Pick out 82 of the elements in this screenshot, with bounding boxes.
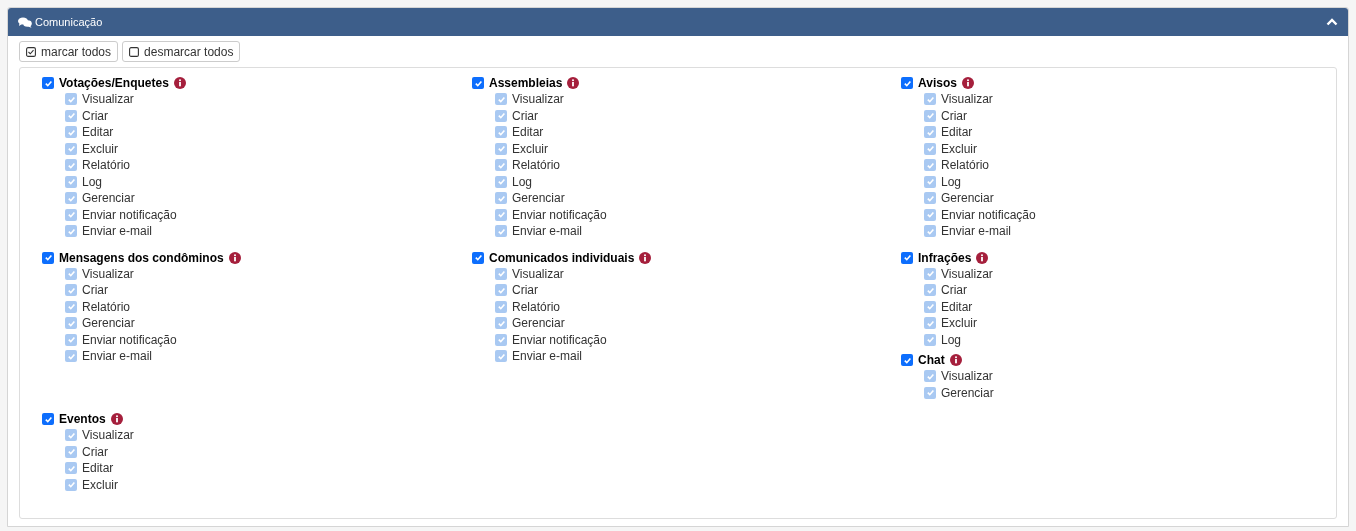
group-checkbox[interactable] — [901, 251, 913, 264]
panel-title: Comunicação — [35, 14, 103, 30]
permission-label: Editar — [941, 124, 973, 142]
group-label: Infrações — [918, 249, 972, 267]
permission-label: Enviar e-mail — [82, 223, 153, 241]
permission-label: Relatório — [512, 157, 561, 175]
permission-label: Criar — [941, 107, 967, 125]
permission-label: Visualizar — [512, 265, 564, 283]
permission-label: Enviar notificação — [82, 331, 177, 349]
permission-label: Enviar notificação — [82, 206, 177, 224]
group-label: Comunicados individuais — [489, 249, 635, 267]
permission-label: Criar — [82, 282, 108, 300]
permission-label: Visualizar — [941, 91, 993, 109]
permission-label: Editar — [82, 124, 114, 142]
permission-label: Visualizar — [82, 427, 134, 445]
group-label: Eventos — [59, 411, 106, 428]
permission-label: Visualizar — [512, 91, 564, 109]
permission-label: Visualizar — [941, 368, 993, 386]
info-icon[interactable] — [639, 251, 652, 264]
permission-label: Enviar notificação — [512, 331, 607, 349]
select-all-button[interactable]: desmarcar todos — [122, 41, 241, 62]
info-icon[interactable] — [228, 251, 241, 264]
permission-label: Excluir — [512, 140, 548, 158]
permission-label: Criar — [82, 107, 108, 125]
permission-label: Log — [82, 173, 103, 191]
group-checkbox[interactable] — [42, 413, 54, 425]
permission-label: Gerenciar — [941, 190, 994, 208]
permission-label: Criar — [512, 282, 538, 300]
permission-label: Visualizar — [82, 265, 134, 283]
info-icon[interactable] — [110, 413, 123, 425]
group-checkbox[interactable] — [472, 77, 484, 89]
permission-label: Gerenciar — [512, 190, 565, 208]
group-label: Avisos — [918, 75, 957, 92]
permission-label: Editar — [82, 460, 114, 478]
group-checkbox[interactable] — [42, 251, 54, 264]
group-checkbox[interactable] — [472, 251, 484, 264]
permission-label: Criar — [82, 443, 108, 461]
permission-label: Enviar e-mail — [512, 348, 583, 366]
info-icon[interactable] — [949, 354, 962, 366]
info-icon[interactable] — [976, 251, 989, 264]
group-label: Assembleias — [489, 75, 563, 92]
info-icon[interactable] — [173, 77, 186, 89]
permission-label: Enviar e-mail — [82, 348, 153, 366]
group-checkbox[interactable] — [901, 354, 913, 366]
permission-label: Visualizar — [941, 265, 993, 283]
permission-label: Editar — [512, 124, 544, 142]
permission-label: Enviar notificação — [512, 206, 607, 224]
permission-label: Excluir — [82, 476, 118, 494]
select-all-button[interactable]: marcar todos — [19, 41, 119, 62]
group-checkbox[interactable] — [42, 77, 54, 89]
permission-label: Enviar notificação — [941, 206, 1036, 224]
panel-header[interactable]: Comunicação — [8, 8, 1348, 36]
chevron-up-icon[interactable] — [1326, 18, 1338, 26]
permission-label: Gerenciar — [82, 315, 135, 333]
group-label: Mensagens dos condôminos — [59, 249, 224, 267]
permission-label: Criar — [941, 282, 967, 300]
permission-label: Gerenciar — [82, 190, 135, 208]
permission-label: Excluir — [82, 140, 118, 158]
permission-label: Gerenciar — [941, 384, 994, 402]
permission-label: Relatório — [82, 298, 131, 316]
group-label: Chat — [918, 352, 945, 369]
empty-box-icon — [129, 46, 140, 57]
permission-label: Excluir — [941, 315, 977, 333]
info-icon[interactable] — [567, 77, 580, 89]
chat-icon — [18, 16, 32, 28]
info-icon[interactable] — [961, 77, 974, 89]
permission-label: Criar — [512, 107, 538, 125]
permission-label: Editar — [941, 298, 973, 316]
permission-label: Log — [941, 331, 962, 349]
permission-label: Enviar e-mail — [941, 223, 1012, 241]
permission-label: Visualizar — [82, 91, 134, 109]
group-checkbox[interactable] — [901, 77, 913, 89]
checked-box-icon — [26, 46, 36, 57]
permission-label: Relatório — [941, 157, 990, 175]
permission-label: Enviar e-mail — [512, 223, 583, 241]
permission-label: Log — [512, 173, 533, 191]
group-label: Votações/Enquetes — [59, 75, 169, 92]
permission-label: Excluir — [941, 140, 977, 158]
permission-label: Relatório — [82, 157, 131, 175]
permission-label: Relatório — [512, 298, 561, 316]
permission-label: Log — [941, 173, 962, 191]
permission-label: Gerenciar — [512, 315, 565, 333]
